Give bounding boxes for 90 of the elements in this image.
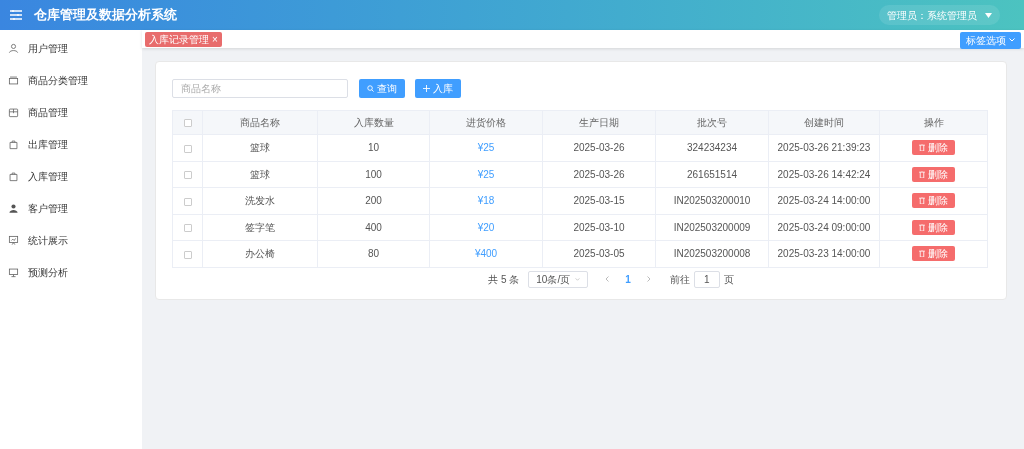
row-checkbox[interactable] xyxy=(183,250,192,259)
price-cell: ¥25 xyxy=(429,161,543,188)
table-cell: 2025-03-24 09:00:00 xyxy=(768,214,880,241)
sidebar-item[interactable]: 入库管理 xyxy=(0,160,142,192)
search-icon xyxy=(367,85,374,92)
sidebar-item[interactable]: 统计展示 xyxy=(0,224,142,256)
row-checkbox[interactable] xyxy=(183,171,192,180)
page-tab[interactable]: 入库记录管理 × xyxy=(145,31,222,47)
page-input[interactable]: 1 xyxy=(693,270,720,288)
table-cell: 2025-03-26 14:42:24 xyxy=(768,161,880,188)
bag-icon xyxy=(8,170,19,182)
column-header: 批次号 xyxy=(655,110,769,135)
price-cell: ¥20 xyxy=(429,214,543,241)
trash-icon xyxy=(919,223,925,231)
table-cell: IN202503200010 xyxy=(655,187,769,214)
tray-icon xyxy=(8,74,19,86)
sidebar-item[interactable]: 商品分类管理 xyxy=(0,64,142,96)
column-header: 进货价格 xyxy=(429,110,543,135)
person-icon xyxy=(8,202,19,214)
column-header: 商品名称 xyxy=(202,110,318,135)
plus-icon xyxy=(423,85,430,92)
table-cell: 2025-03-26 xyxy=(542,161,656,188)
table-cell: 2025-03-26 xyxy=(542,134,656,161)
price-cell: ¥18 xyxy=(429,187,543,214)
chevron-icon xyxy=(1009,38,1015,42)
goto-label: 前往 xyxy=(669,272,690,287)
table-cell: 篮球 xyxy=(202,134,318,161)
table-cell: 324234234 xyxy=(655,134,769,161)
caret-icon xyxy=(985,12,992,18)
add-button[interactable]: 入库 xyxy=(415,79,461,98)
table-cell: 办公椅 xyxy=(202,240,318,267)
price-cell: ¥400 xyxy=(429,240,543,267)
sidebar-item[interactable]: 用户管理 xyxy=(0,32,142,64)
price-cell: ¥25 xyxy=(429,134,543,161)
trash-icon xyxy=(919,197,925,205)
table-cell: 80 xyxy=(317,240,430,267)
table-cell: IN202503200008 xyxy=(655,240,769,267)
column-header: 操作 xyxy=(879,110,988,135)
table-cell: 2025-03-26 21:39:23 xyxy=(768,134,880,161)
bag-icon xyxy=(8,138,19,150)
box-icon xyxy=(8,106,19,118)
table-cell: 洗发水 xyxy=(202,187,318,214)
column-header: 生产日期 xyxy=(542,110,656,135)
table-cell: 2025-03-23 14:00:00 xyxy=(768,240,880,267)
menu-icon[interactable] xyxy=(10,10,22,20)
table-cell: 100 xyxy=(317,161,430,188)
query-button[interactable]: 查询 xyxy=(359,79,405,98)
delete-button[interactable]: 删除 xyxy=(912,193,955,209)
table-cell: 篮球 xyxy=(202,161,318,188)
sidebar-item[interactable]: 商品管理 xyxy=(0,96,142,128)
page-number[interactable]: 1 xyxy=(618,271,638,287)
sidebar-item[interactable]: 出库管理 xyxy=(0,128,142,160)
trash-icon xyxy=(919,170,925,178)
row-checkbox[interactable] xyxy=(183,224,192,233)
app-title: 仓库管理及数据分析系统 xyxy=(34,6,177,25)
table-cell: 200 xyxy=(317,187,430,214)
user-menu[interactable]: 管理员：系统管理员 xyxy=(879,5,1000,25)
tag-options-button[interactable]: 标签选项 xyxy=(960,31,1021,49)
monitor-icon xyxy=(8,266,19,278)
sidebar-item[interactable]: 客户管理 xyxy=(0,192,142,224)
row-checkbox[interactable] xyxy=(183,144,192,153)
sidebar-item[interactable]: 预测分析 xyxy=(0,256,142,288)
user-icon xyxy=(8,42,19,54)
table-cell: 2025-03-15 xyxy=(542,187,656,214)
search-field[interactable]: 商品名称 xyxy=(172,79,348,98)
total-count: 共 5 条 xyxy=(488,272,520,287)
delete-button[interactable]: 删除 xyxy=(912,140,955,156)
trash-icon xyxy=(919,250,925,258)
select-all-checkbox[interactable] xyxy=(183,119,192,128)
page-size-select[interactable]: 10条/页 xyxy=(528,270,589,288)
trash-icon xyxy=(919,144,925,152)
table-cell: 10 xyxy=(317,134,430,161)
column-header: 入库数量 xyxy=(317,110,430,135)
delete-button[interactable]: 删除 xyxy=(912,246,955,262)
table-cell: 2025-03-05 xyxy=(542,240,656,267)
delete-button[interactable]: 删除 xyxy=(912,166,955,182)
table-cell: 签字笔 xyxy=(202,214,318,241)
previous-page-icon[interactable] xyxy=(605,276,610,282)
row-checkbox[interactable] xyxy=(183,197,192,206)
next-page-icon[interactable] xyxy=(646,276,651,282)
table-cell: 2025-03-24 14:00:00 xyxy=(768,187,880,214)
page-unit-label: 页 xyxy=(723,272,734,287)
table-cell: 261651514 xyxy=(655,161,769,188)
table-cell: 400 xyxy=(317,214,430,241)
close-icon[interactable]: × xyxy=(212,31,218,47)
delete-button[interactable]: 删除 xyxy=(912,219,955,235)
table-cell: 2025-03-10 xyxy=(542,214,656,241)
chart-icon xyxy=(8,234,19,246)
table-cell: IN202503200009 xyxy=(655,214,769,241)
column-header: 创建时间 xyxy=(768,110,880,135)
